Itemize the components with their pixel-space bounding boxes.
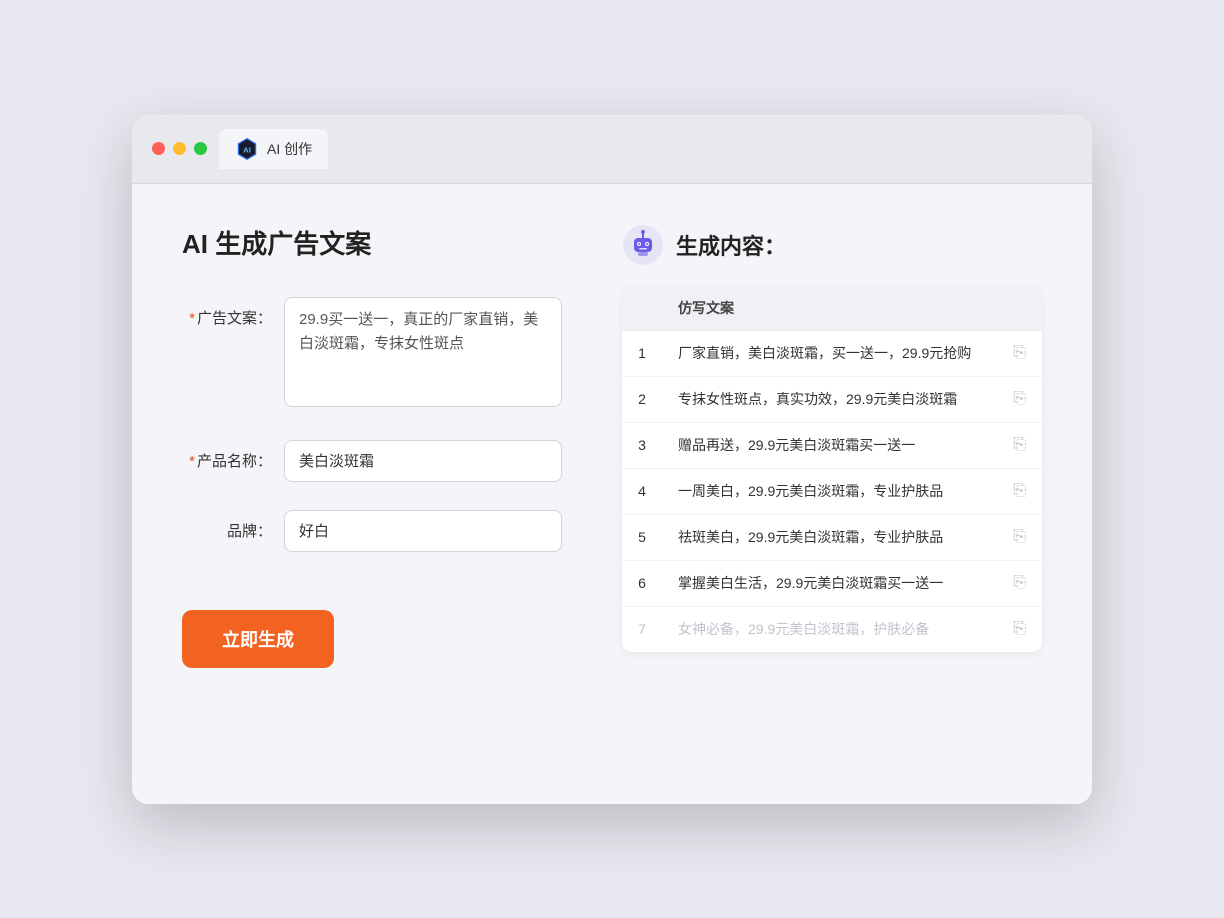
required-star-1: * (189, 310, 195, 327)
left-panel: AI 生成广告文案 *广告文案： 29.9买一送一，真正的厂家直销，美白淡斑霜，… (182, 224, 562, 764)
copy-icon[interactable]: ⎘ (1013, 528, 1026, 545)
row-text: 专抹女性斑点，真实功效，29.9元美白淡斑霜 (662, 376, 997, 422)
brand-input-wrap (284, 510, 562, 552)
product-name-input[interactable] (284, 440, 562, 482)
copy-icon[interactable]: ⎘ (1013, 574, 1026, 591)
brand-label: 品牌： (182, 510, 272, 541)
row-text: 掌握美白生活，29.9元美白淡斑霜买一送一 (662, 560, 997, 606)
row-copy-action[interactable]: ⎘ (997, 330, 1042, 376)
ad-copy-label: *广告文案： (182, 297, 272, 328)
copy-icon[interactable]: ⎘ (1013, 436, 1026, 453)
row-text: 祛斑美白，29.9元美白淡斑霜，专业护肤品 (662, 514, 997, 560)
row-number: 3 (622, 422, 662, 468)
row-number: 2 (622, 376, 662, 422)
product-name-label: *产品名称： (182, 440, 272, 471)
copy-icon[interactable]: ⎘ (1013, 482, 1026, 499)
col-num-header (622, 286, 662, 331)
table-row: 4一周美白，29.9元美白淡斑霜，专业护肤品 ⎘ (622, 468, 1042, 514)
main-content: AI 生成广告文案 *广告文案： 29.9买一送一，真正的厂家直销，美白淡斑霜，… (132, 184, 1092, 804)
result-table: 仿写文案 1厂家直销，美白淡斑霜，买一送一，29.9元抢购⎘2专抹女性斑点，真实… (622, 286, 1042, 652)
row-copy-action[interactable]: ⎘ (997, 468, 1042, 514)
row-number: 4 (622, 468, 662, 514)
right-title: 生成内容： (676, 229, 786, 261)
brand-input[interactable] (284, 510, 562, 552)
col-text-header: 仿写文案 (662, 286, 997, 331)
required-star-2: * (189, 453, 195, 470)
form-group-product-name: *产品名称： (182, 440, 562, 482)
col-action-header (997, 286, 1042, 331)
close-button[interactable] (152, 142, 165, 155)
right-panel: 生成内容： 仿写文案 1厂家直销，美白淡斑霜，买一送一，29.9元抢购⎘2专抹女… (622, 224, 1042, 764)
table-row: 5祛斑美白，29.9元美白淡斑霜，专业护肤品 ⎘ (622, 514, 1042, 560)
table-row: 7女神必备，29.9元美白淡斑霜，护肤必备 ⎘ (622, 606, 1042, 652)
ad-copy-input-wrap: 29.9买一送一，真正的厂家直销，美白淡斑霜，专抹女性斑点 (284, 297, 562, 412)
row-number: 1 (622, 330, 662, 376)
row-copy-action[interactable]: ⎘ (997, 606, 1042, 652)
row-text: 女神必备，29.9元美白淡斑霜，护肤必备 (662, 606, 997, 652)
traffic-lights (152, 142, 207, 155)
row-copy-action[interactable]: ⎘ (997, 422, 1042, 468)
ai-tab-label: AI 创作 (267, 139, 312, 159)
row-text: 赠品再送，29.9元美白淡斑霜买一送一 (662, 422, 997, 468)
table-header-row: 仿写文案 (622, 286, 1042, 331)
generate-button[interactable]: 立即生成 (182, 610, 334, 668)
table-row: 2专抹女性斑点，真实功效，29.9元美白淡斑霜 ⎘ (622, 376, 1042, 422)
ad-copy-textarea[interactable]: 29.9买一送一，真正的厂家直销，美白淡斑霜，专抹女性斑点 (284, 297, 562, 407)
row-text: 厂家直销，美白淡斑霜，买一送一，29.9元抢购 (662, 330, 997, 376)
form-group-ad-copy: *广告文案： 29.9买一送一，真正的厂家直销，美白淡斑霜，专抹女性斑点 (182, 297, 562, 412)
row-number: 7 (622, 606, 662, 652)
product-name-input-wrap (284, 440, 562, 482)
title-bar: AI AI 创作 (132, 115, 1092, 184)
row-number: 6 (622, 560, 662, 606)
row-copy-action[interactable]: ⎘ (997, 560, 1042, 606)
page-title: AI 生成广告文案 (182, 224, 562, 261)
row-copy-action[interactable]: ⎘ (997, 514, 1042, 560)
right-header: 生成内容： (622, 224, 1042, 266)
copy-icon[interactable]: ⎘ (1013, 344, 1026, 361)
ai-tab-icon: AI (235, 137, 259, 161)
row-copy-action[interactable]: ⎘ (997, 376, 1042, 422)
ai-tab[interactable]: AI AI 创作 (219, 129, 328, 169)
robot-icon (622, 224, 664, 266)
minimize-button[interactable] (173, 142, 186, 155)
browser-window: AI AI 创作 AI 生成广告文案 *广告文案： 29.9买一送一，真正的厂家… (132, 115, 1092, 804)
svg-text:AI: AI (243, 145, 251, 154)
table-row: 1厂家直销，美白淡斑霜，买一送一，29.9元抢购 ⎘ (622, 330, 1042, 376)
form-group-brand: 品牌： (182, 510, 562, 552)
table-row: 3赠品再送，29.9元美白淡斑霜买一送一 ⎘ (622, 422, 1042, 468)
copy-icon[interactable]: ⎘ (1013, 620, 1026, 637)
row-text: 一周美白，29.9元美白淡斑霜，专业护肤品 (662, 468, 997, 514)
row-number: 5 (622, 514, 662, 560)
maximize-button[interactable] (194, 142, 207, 155)
copy-icon[interactable]: ⎘ (1013, 390, 1026, 407)
table-row: 6掌握美白生活，29.9元美白淡斑霜买一送一 ⎘ (622, 560, 1042, 606)
